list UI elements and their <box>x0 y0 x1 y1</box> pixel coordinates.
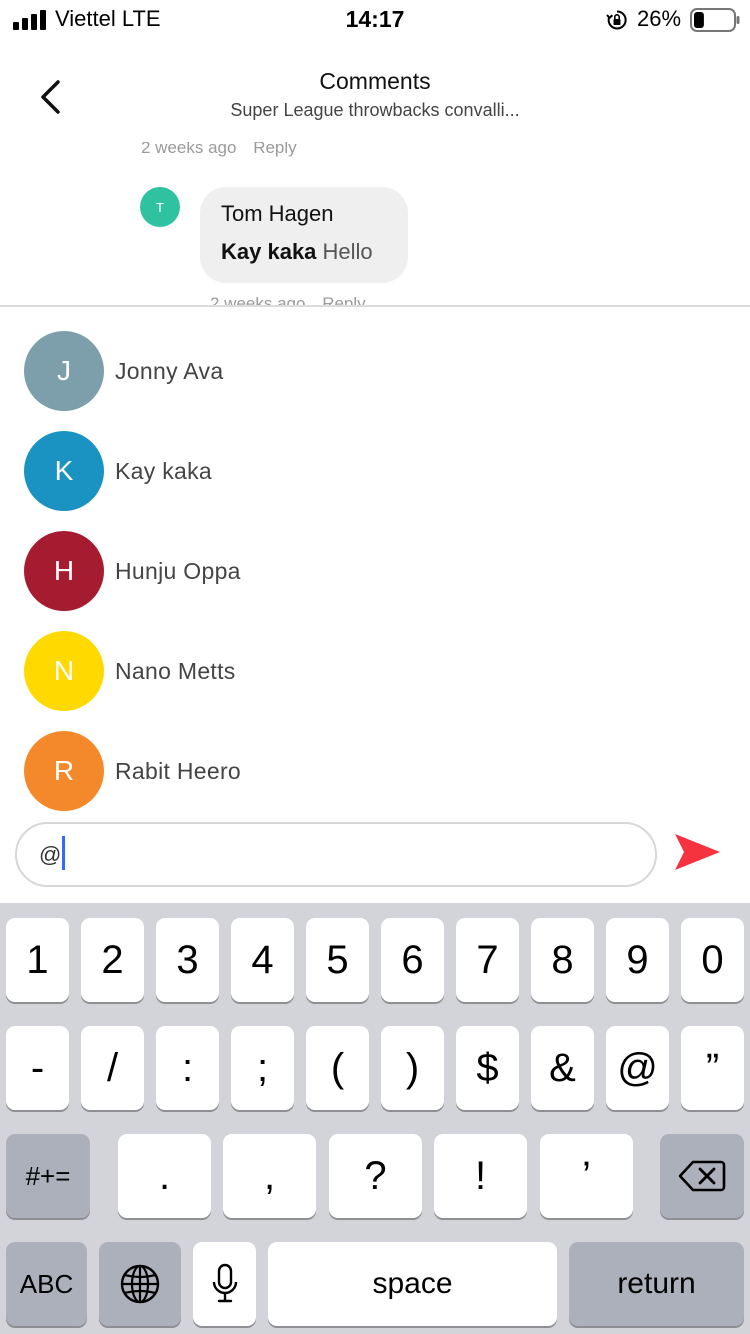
key-apostrophe[interactable]: ’ <box>540 1134 633 1218</box>
mention-item-nano-metts[interactable]: N Nano Metts <box>0 621 750 721</box>
key-ampersand[interactable]: & <box>531 1026 594 1110</box>
key-hyphen[interactable]: - <box>6 1026 69 1110</box>
comment-meta: 2 weeks ago Reply <box>141 142 297 158</box>
key-quote[interactable]: ” <box>681 1026 744 1110</box>
key-question[interactable]: ? <box>329 1134 422 1218</box>
send-button[interactable] <box>672 828 724 876</box>
comment-author: Tom Hagen <box>221 201 334 226</box>
avatar: K <box>24 431 104 511</box>
mention-name: Nano Metts <box>115 658 236 684</box>
space-key[interactable]: space <box>268 1242 557 1326</box>
key-6[interactable]: 6 <box>381 918 444 1002</box>
avatar: R <box>24 731 104 811</box>
key-slash[interactable]: / <box>81 1026 144 1110</box>
key-close-paren[interactable]: ) <box>381 1026 444 1110</box>
page-subtitle: Super League throwbacks convalli... <box>230 100 520 120</box>
return-key[interactable]: return <box>569 1242 744 1326</box>
key-9[interactable]: 9 <box>606 918 669 1002</box>
avatar: J <box>24 331 104 411</box>
key-dollar[interactable]: $ <box>456 1026 519 1110</box>
avatar: N <box>24 631 104 711</box>
mention-name: Hunju Oppa <box>115 558 241 584</box>
backspace-key[interactable] <box>660 1134 744 1218</box>
keyboard: 1 2 3 4 5 6 7 8 9 0 - / : ; ( ) $ & @ ” … <box>0 903 750 1334</box>
key-5[interactable]: 5 <box>306 918 369 1002</box>
battery-percent: 26% <box>637 6 682 31</box>
mention-item-kay-kaka[interactable]: K Kay kaka <box>0 421 750 521</box>
key-more-symbols[interactable]: #+= <box>6 1134 90 1218</box>
dictation-key[interactable] <box>193 1242 256 1326</box>
abc-key[interactable]: ABC <box>6 1242 87 1326</box>
send-icon <box>675 834 720 870</box>
comment-time: 2 weeks ago <box>210 294 306 305</box>
comment-input-value: @ <box>39 836 66 871</box>
key-2[interactable]: 2 <box>81 918 144 1002</box>
comment-bubble: Tom Hagen Kay kaka Hello <box>200 187 408 283</box>
comment-text: Kay kaka Hello <box>221 239 373 265</box>
key-4[interactable]: 4 <box>231 918 294 1002</box>
mention-item-hunju-oppa[interactable]: H Hunju Oppa <box>0 521 750 621</box>
backspace-icon <box>678 1160 726 1192</box>
key-1[interactable]: 1 <box>6 918 69 1002</box>
text-caret <box>62 836 66 871</box>
mention-tag[interactable]: Kay kaka <box>221 239 316 264</box>
mention-name: Rabit Heero <box>115 758 242 784</box>
key-open-paren[interactable]: ( <box>306 1026 369 1110</box>
reply-link[interactable]: Reply <box>253 142 296 157</box>
comment-time: 2 weeks ago <box>141 142 237 157</box>
status-bar: Viettel LTE 14:17 26% <box>0 0 750 42</box>
comment-input[interactable]: @ <box>15 822 657 887</box>
avatar: H <box>24 531 104 611</box>
comment-body: Hello <box>316 239 373 264</box>
key-comma[interactable]: , <box>223 1134 316 1218</box>
orientation-lock-icon <box>606 10 627 30</box>
key-exclamation[interactable]: ! <box>434 1134 527 1218</box>
mention-item-rabit-heero[interactable]: R Rabit Heero <box>0 721 750 821</box>
microphone-icon <box>212 1263 237 1303</box>
avatar: T <box>140 187 180 227</box>
reply-link[interactable]: Reply <box>322 294 365 305</box>
key-at[interactable]: @ <box>606 1026 669 1110</box>
key-colon[interactable]: : <box>156 1026 219 1110</box>
key-8[interactable]: 8 <box>531 918 594 1002</box>
header: Comments Super League throwbacks convall… <box>0 42 750 142</box>
key-7[interactable]: 7 <box>456 918 519 1002</box>
key-semicolon[interactable]: ; <box>231 1026 294 1110</box>
key-0[interactable]: 0 <box>681 918 744 1002</box>
divider <box>0 305 750 307</box>
mention-item-jonny-ava[interactable]: J Jonny Ava <box>0 321 750 421</box>
battery-icon <box>690 8 740 32</box>
globe-key[interactable] <box>99 1242 181 1326</box>
comment-meta: 2 weeks ago Reply <box>210 294 366 305</box>
key-3[interactable]: 3 <box>156 918 219 1002</box>
page-title: Comments <box>319 68 431 94</box>
key-period[interactable]: . <box>118 1134 211 1218</box>
globe-icon <box>120 1264 160 1304</box>
mention-name: Kay kaka <box>115 458 213 484</box>
mention-name: Jonny Ava <box>115 358 224 384</box>
comment-thread: 2 weeks ago Reply T Tom Hagen Kay kaka H… <box>0 142 750 305</box>
